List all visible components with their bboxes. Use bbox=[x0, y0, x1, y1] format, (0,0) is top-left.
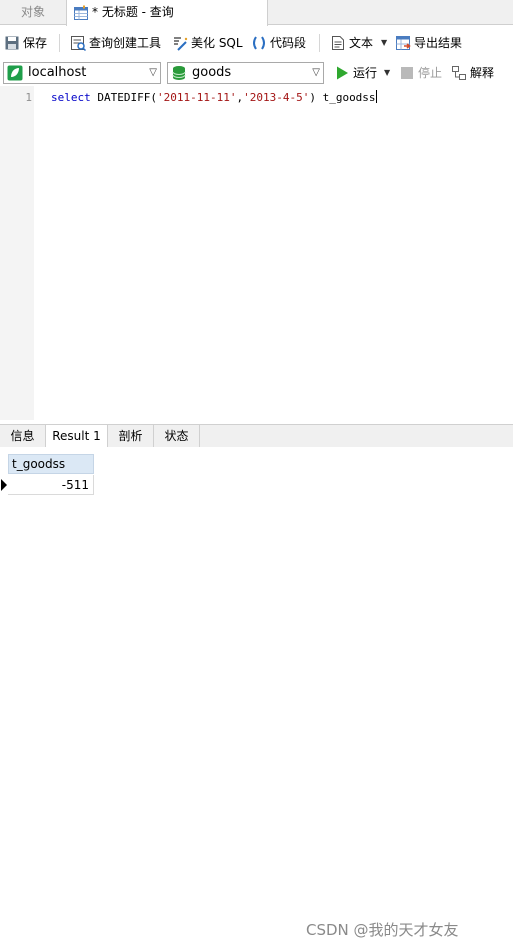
tab-info[interactable]: 信息 bbox=[0, 425, 46, 447]
database-value: goods bbox=[192, 65, 232, 80]
code-snippet-icon bbox=[253, 36, 265, 50]
run-button[interactable]: 运行 ▼ bbox=[334, 64, 392, 82]
beautify-sql-label: 美化 SQL bbox=[191, 36, 243, 50]
column-header[interactable]: t_goodss bbox=[8, 454, 94, 474]
query-builder-icon bbox=[71, 36, 86, 51]
stop-icon bbox=[401, 67, 413, 79]
export-results-button[interactable]: 导出结果 bbox=[395, 34, 467, 52]
query-builder-label: 查询创建工具 bbox=[89, 36, 162, 50]
text-label: 文本 bbox=[349, 36, 374, 50]
chevron-down-icon: ▽ bbox=[149, 67, 157, 78]
line-number: 1 bbox=[25, 91, 32, 104]
sql-function: DATEDIFF( bbox=[97, 91, 157, 104]
toolbar: 保存 查询创建工具 美化 SQL 代码段 文本 ▼ 导出结果 bbox=[0, 26, 513, 60]
sql-keyword: select bbox=[51, 91, 91, 104]
table-cell[interactable]: -511 bbox=[8, 475, 94, 495]
text-button[interactable]: 文本 ▼ bbox=[330, 34, 388, 52]
server-select[interactable]: localhost ▽ bbox=[3, 62, 161, 84]
tab-profile[interactable]: 剖析 bbox=[108, 425, 154, 447]
text-cursor bbox=[375, 90, 377, 103]
chevron-down-icon[interactable]: ▼ bbox=[381, 34, 387, 52]
explain-button[interactable]: 解释 bbox=[451, 64, 499, 82]
watermark: CSDN @我的天才女友 bbox=[306, 921, 459, 939]
tab-status[interactable]: 状态 bbox=[154, 425, 200, 447]
save-icon bbox=[5, 36, 19, 50]
explain-icon bbox=[452, 66, 466, 80]
tab-objects[interactable]: 对象 bbox=[0, 0, 66, 25]
line-number-gutter: 1 bbox=[0, 86, 34, 420]
beautify-wand-icon bbox=[174, 37, 188, 51]
stop-label: 停止 bbox=[418, 66, 443, 80]
run-label: 运行 bbox=[353, 66, 378, 80]
result-grid: t_goodss -511 CSDN @我的天才女友 bbox=[0, 447, 513, 939]
export-results-label: 导出结果 bbox=[414, 36, 463, 50]
tab-query-label: * 无标题 - 查询 bbox=[92, 5, 174, 19]
sql-string-literal: '2011-11-11' bbox=[156, 91, 237, 104]
query-table-icon bbox=[74, 5, 88, 20]
server-leaf-icon bbox=[7, 65, 23, 81]
server-value: localhost bbox=[28, 65, 87, 80]
chevron-down-icon: ▽ bbox=[312, 67, 320, 78]
sql-string-literal: '2013-4-5' bbox=[243, 91, 310, 104]
tab-untitled-query[interactable]: * 无标题 - 查询 bbox=[66, 0, 268, 26]
text-document-icon bbox=[332, 36, 344, 50]
save-button[interactable]: 保存 bbox=[4, 34, 50, 52]
sql-editor[interactable]: 1 select DATEDIFF('2011-11-11','2013-4-5… bbox=[0, 86, 513, 420]
database-icon bbox=[172, 66, 186, 80]
explain-label: 解释 bbox=[470, 66, 495, 80]
current-row-indicator-icon bbox=[1, 479, 7, 491]
save-label: 保存 bbox=[23, 36, 48, 50]
result-tabs: 信息 Result 1 剖析 状态 bbox=[0, 424, 513, 448]
toolbar-divider bbox=[319, 34, 320, 52]
chevron-down-icon[interactable]: ▼ bbox=[384, 64, 390, 82]
tab-result-1[interactable]: Result 1 bbox=[46, 425, 108, 448]
connection-bar: localhost ▽ goods ▽ 运行 ▼ 停止 解释 bbox=[0, 60, 513, 86]
run-play-icon bbox=[337, 66, 348, 80]
sql-alias: ) t_goodss bbox=[309, 91, 376, 104]
query-builder-button[interactable]: 查询创建工具 bbox=[70, 34, 165, 52]
toolbar-divider bbox=[59, 34, 60, 52]
code-snippet-button[interactable]: 代码段 bbox=[251, 34, 311, 52]
tab-bar: 对象 * 无标题 - 查询 bbox=[0, 0, 513, 26]
stop-button[interactable]: 停止 bbox=[399, 64, 443, 82]
export-grid-icon bbox=[396, 36, 411, 50]
sql-code-line[interactable]: select DATEDIFF('2011-11-11','2013-4-5')… bbox=[51, 90, 377, 104]
code-snippet-label: 代码段 bbox=[270, 36, 307, 50]
beautify-sql-button[interactable]: 美化 SQL bbox=[172, 34, 244, 52]
database-select[interactable]: goods ▽ bbox=[167, 62, 324, 84]
